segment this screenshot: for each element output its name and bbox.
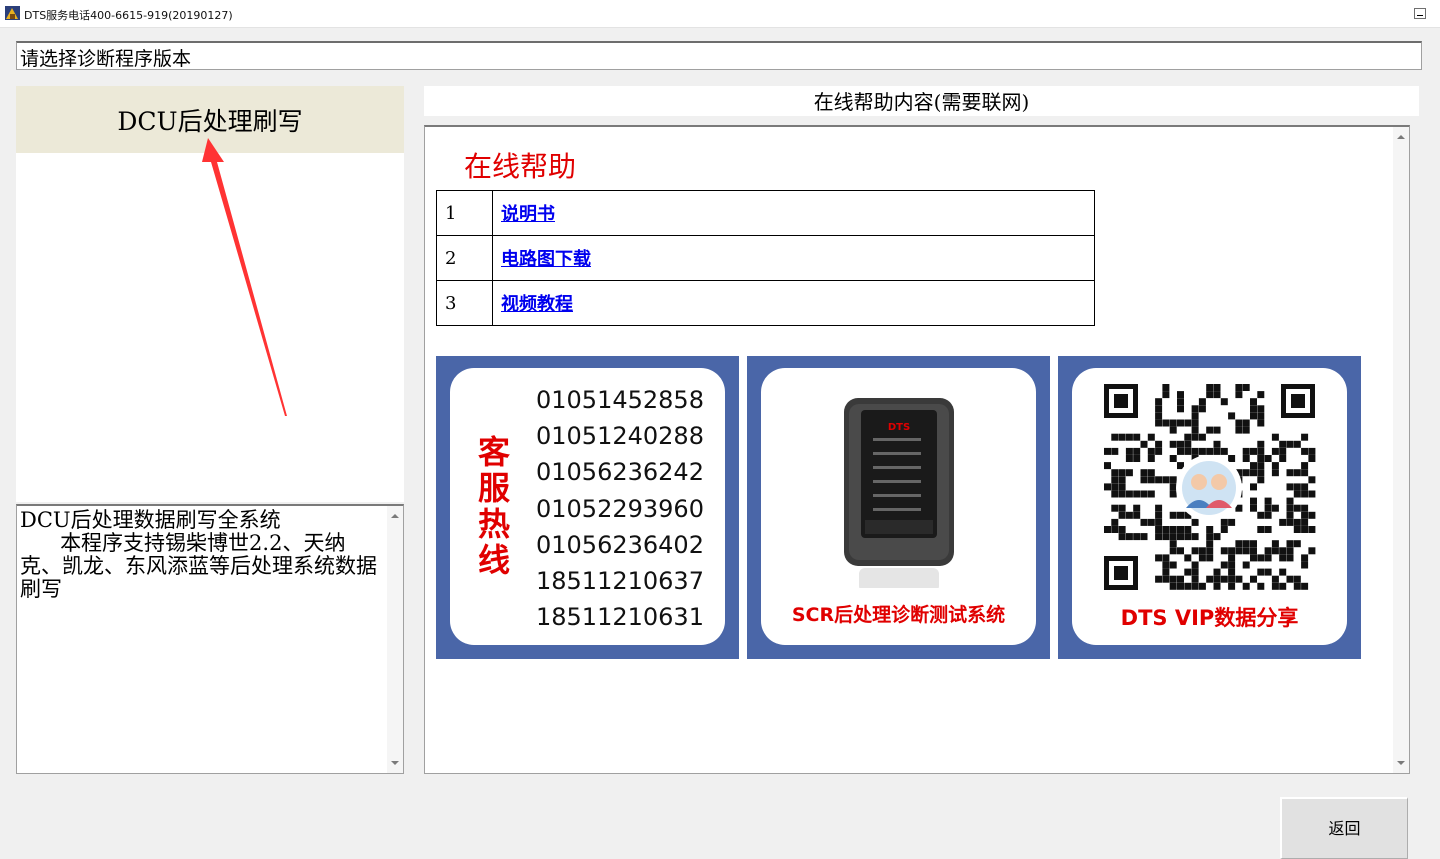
scroll-down-icon[interactable] — [391, 761, 399, 765]
phone-number: 18511210637 — [536, 567, 704, 596]
help-content-frame[interactable]: 在线帮助 1 说明书 2 电路图下载 3 视频教程 客服热线 010514528… — [424, 125, 1410, 774]
phone-number: 01051452858 — [536, 386, 704, 414]
help-scrollbar[interactable] — [1393, 127, 1409, 773]
device-banner: DTS SCR后处理诊断测试系统 — [747, 356, 1050, 659]
qr-code-icon — [1104, 384, 1316, 590]
link-number: 2 — [436, 235, 493, 281]
hotline-banner: 客服热线 01051452858 01051240288 01056236242… — [436, 356, 739, 659]
annotation-arrow — [202, 138, 287, 416]
video-tutorial-link[interactable]: 视频教程 — [501, 294, 573, 315]
table-row: 2 电路图下载 — [436, 235, 1095, 281]
phone-number: 01051240288 — [536, 422, 704, 451]
phone-number: 01056236242 — [536, 458, 704, 487]
program-list[interactable]: DCU后处理刷写 — [16, 86, 404, 502]
description-text: DCU后处理数据刷写全系统 本程序支持锡柴博世2.2、天纳克、凯龙、东风添蓝等后… — [20, 508, 377, 601]
back-button[interactable]: 返回 — [1280, 797, 1408, 859]
title-bar: DTS服务电话400-6615-919(20190127) — [0, 0, 1440, 28]
scroll-up-icon[interactable] — [391, 514, 399, 518]
device-card: DTS SCR后处理诊断测试系统 — [761, 368, 1036, 645]
link-number: 1 — [436, 190, 493, 236]
phone-number: 18511210631 — [536, 603, 704, 632]
circuit-diagram-link[interactable]: 电路图下载 — [501, 249, 591, 270]
manual-link[interactable]: 说明书 — [501, 204, 555, 225]
app-icon — [5, 6, 20, 20]
prompt-label: 请选择诊断程序版本 — [20, 48, 192, 70]
help-header: 在线帮助内容(需要联网) — [424, 86, 1419, 116]
minimize-icon[interactable] — [1414, 8, 1426, 19]
device-brand: DTS — [888, 422, 910, 433]
scroll-down-icon[interactable] — [1397, 761, 1405, 765]
help-links-table: 1 说明书 2 电路图下载 3 视频教程 — [436, 190, 1095, 326]
prompt-field: 请选择诊断程序版本 — [16, 41, 1422, 70]
qr-card: DTS VIP数据分享 — [1072, 368, 1347, 645]
hotline-card: 客服热线 01051452858 01051240288 01056236242… — [450, 368, 725, 645]
link-number: 3 — [436, 280, 493, 326]
phone-list: 01051452858 01051240288 01056236242 0105… — [536, 382, 704, 635]
description-scrollbar[interactable] — [387, 506, 403, 773]
diagnostic-device-image: DTS — [844, 398, 954, 588]
qr-caption: DTS VIP数据分享 — [1120, 606, 1299, 630]
hotline-heading: 客服热线 — [477, 433, 510, 579]
qr-banner: DTS VIP数据分享 — [1058, 356, 1361, 659]
phone-number: 01056236402 — [536, 530, 704, 559]
device-caption: SCR后处理诊断测试系统 — [791, 604, 1006, 626]
phone-number: 01052293960 — [536, 494, 704, 523]
scroll-up-icon[interactable] — [1397, 135, 1405, 139]
table-row: 1 说明书 — [436, 190, 1095, 236]
window-title: DTS服务电话400-6615-919(20190127) — [24, 9, 233, 22]
description-box[interactable]: DCU后处理数据刷写全系统 本程序支持锡柴博世2.2、天纳克、凯龙、东风添蓝等后… — [16, 504, 404, 774]
table-row: 3 视频教程 — [436, 280, 1095, 326]
help-title: 在线帮助 — [464, 150, 577, 183]
